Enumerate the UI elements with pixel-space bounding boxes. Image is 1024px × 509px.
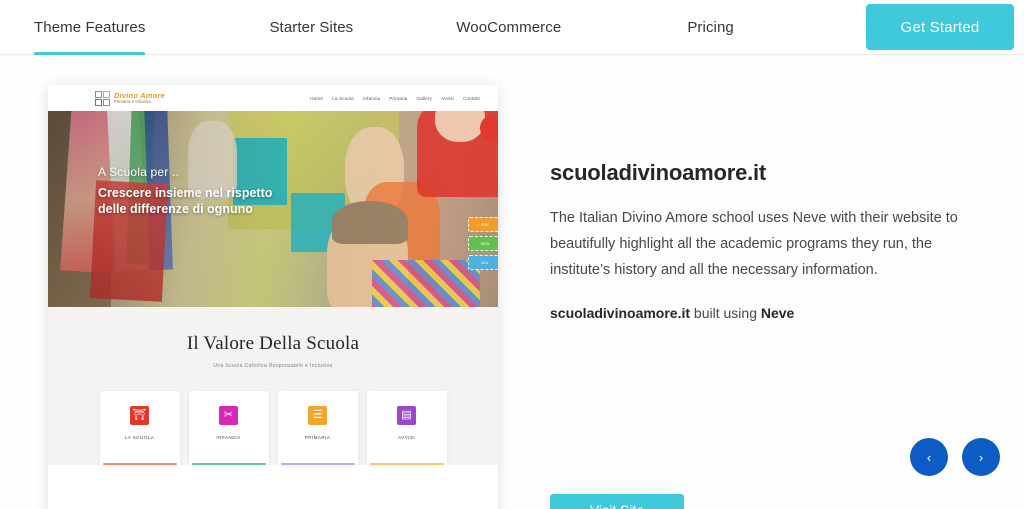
tab-woocommerce-label: WooCommerce — [456, 18, 562, 36]
carousel-prev-button[interactable]: ‹ — [910, 438, 948, 476]
built-theme-name: Neve — [760, 305, 795, 322]
logo-name: Divino Amore — [114, 90, 165, 100]
side-tab-2[interactable]: INFA — [468, 236, 498, 251]
logo-squares-icon — [95, 90, 110, 106]
tab-woocommerce[interactable]: WooCommerce — [456, 0, 561, 55]
preview-feature-cards: ⛩ LA SCUOLA ✂ INFANZIA ☰ PRIMARIA ▤ AVVI… — [48, 379, 498, 465]
preview-nav-contatti[interactable]: Contatti — [463, 96, 480, 101]
tab-theme-features-label: Theme Features — [34, 18, 146, 36]
hero-text-block: A Scuola per .. Crescere insieme nel ris… — [98, 165, 272, 217]
tab-pricing-label: Pricing — [687, 18, 734, 36]
hero-kicker: A Scuola per .. — [98, 165, 180, 179]
value-section-subtitle: Una Scuola Cattolica Responsabile e Incl… — [213, 363, 333, 369]
book-icon: ☰ — [308, 406, 327, 425]
feature-card-label: PRIMARIA — [304, 435, 331, 440]
tab-theme-features[interactable]: Theme Features — [34, 0, 146, 56]
preview-site-nav: Home La Scuola Infanzia Primaria Gallery… — [310, 96, 480, 101]
tab-starter-sites[interactable]: Starter Sites — [269, 0, 353, 55]
side-tab-1[interactable]: PRE — [468, 217, 498, 232]
carousel-next-button[interactable]: › — [962, 438, 1000, 476]
built-using-line: scuoladivinoamore.it built using Neve — [550, 305, 990, 321]
preview-nav-avvisi[interactable]: Avvisi — [441, 96, 454, 101]
hero-headline-line-1: Crescere insieme nel rispetto — [98, 186, 273, 200]
tab-starter-sites-label: Starter Sites — [269, 18, 354, 36]
school-building-icon: ⛩ — [130, 406, 149, 425]
preview-nav-primaria[interactable]: Primaria — [389, 96, 407, 101]
site-title: scuoladivinoamore.it — [550, 160, 767, 185]
preview-nav-home[interactable]: Home — [310, 96, 323, 101]
carousel-controls: ‹ › — [910, 438, 1000, 476]
site-info-panel: scuoladivinoamore.it The Italian Divino … — [550, 160, 990, 321]
visit-site-button[interactable]: Visit Site — [550, 494, 684, 509]
feature-card-label: INFANZIA — [216, 435, 241, 440]
notice-board-icon: ▤ — [397, 406, 416, 425]
hero-side-tabs: PRE INFA AVV — [468, 217, 498, 270]
feature-card-label: LA SCUOLA — [124, 435, 155, 440]
value-section-title: Il Valore Della Scuola — [186, 333, 360, 354]
preview-hero-image: A Scuola per .. Crescere insieme nel ris… — [48, 111, 498, 307]
built-middle-text: built using — [690, 305, 761, 322]
feature-card-primaria[interactable]: ☰ PRIMARIA — [277, 391, 358, 465]
feature-card-label: AVVISI — [397, 435, 416, 440]
site-description: The Italian Divino Amore school uses Nev… — [550, 210, 958, 278]
top-navigation-bar: Theme Features Starter Sites WooCommerce… — [0, 0, 1024, 56]
site-preview-card[interactable]: Divino Amore Primaria e Infanzia Home La… — [48, 85, 498, 509]
built-site-name: scuoladivinoamore.it — [550, 305, 691, 322]
logo-subtitle: Primaria e Infanzia — [114, 99, 151, 105]
preview-nav-infanzia[interactable]: Infanzia — [363, 96, 380, 101]
feature-card-infanzia[interactable]: ✂ INFANZIA — [188, 391, 269, 465]
scissors-icon: ✂ — [219, 406, 238, 425]
feature-card-avvisi[interactable]: ▤ AVVISI — [366, 391, 447, 465]
preview-site-header: Divino Amore Primaria e Infanzia Home La… — [48, 85, 498, 111]
preview-nav-la-scuola[interactable]: La Scuola — [332, 96, 354, 101]
page-root: Theme Features Starter Sites WooCommerce… — [0, 0, 1024, 509]
side-tab-3[interactable]: AVV — [468, 255, 498, 270]
feature-card-la-scuola[interactable]: ⛩ LA SCUOLA — [99, 391, 180, 465]
hero-headline-line-2: delle differenze di ognuno — [98, 201, 253, 216]
preview-site-logo: Divino Amore Primaria e Infanzia — [95, 90, 165, 106]
tab-pricing[interactable]: Pricing — [687, 0, 734, 55]
preview-nav-gallery[interactable]: Gallery — [417, 96, 433, 101]
preview-value-section: Il Valore Della Scuola Una Scuola Cattol… — [48, 307, 498, 379]
get-started-button[interactable]: Get Started — [866, 4, 1014, 50]
content-area: Divino Amore Primaria e Infanzia Home La… — [0, 55, 1024, 509]
